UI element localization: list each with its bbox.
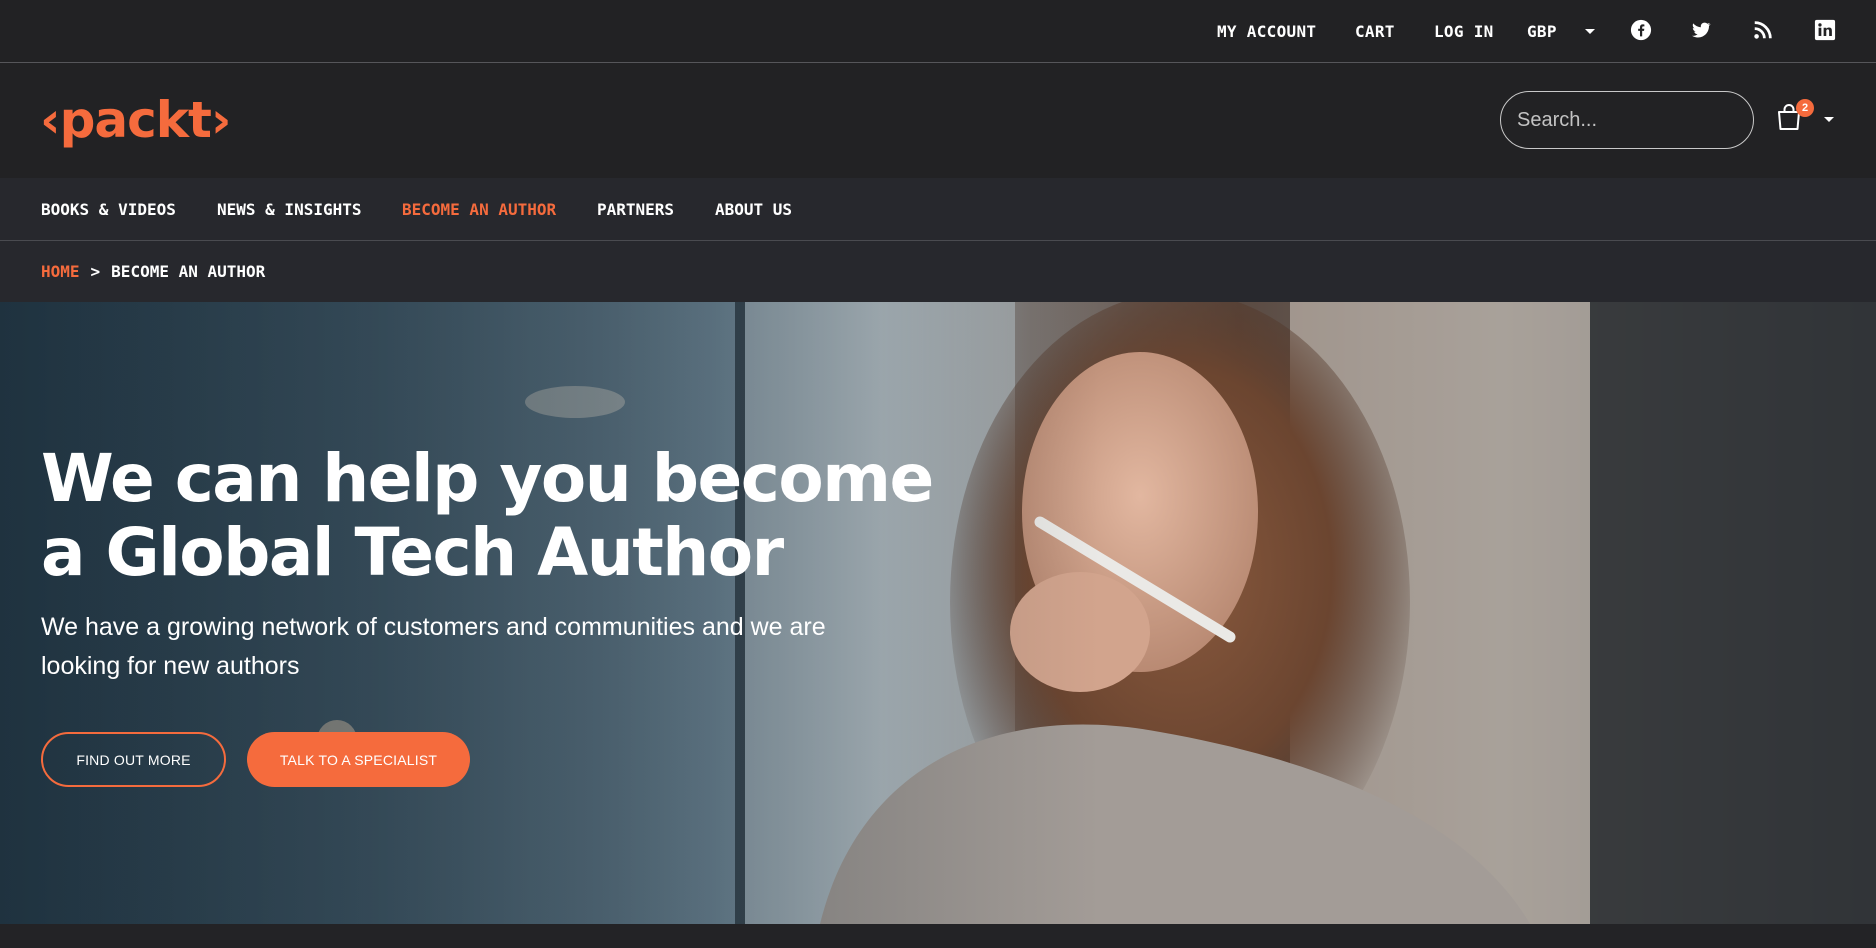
main-nav: BOOKS & VIDEOS NEWS & INSIGHTS BECOME AN… (0, 178, 1876, 241)
search-input[interactable] (1500, 91, 1754, 149)
my-account-link[interactable]: MY ACCOUNT (1217, 22, 1316, 41)
next-section-edge (0, 924, 1876, 948)
login-link[interactable]: LOG IN (1434, 22, 1494, 41)
breadcrumb-current: BECOME AN AUTHOR (111, 262, 266, 281)
nav-item-become-an-author[interactable]: BECOME AN AUTHOR (402, 178, 556, 240)
nav-item-partners[interactable]: PARTNERS (597, 178, 674, 240)
currency-dropdown[interactable] (1585, 0, 1595, 62)
login-link-wrap: LOG IN (1434, 0, 1494, 62)
cart-button[interactable]: 2 (1774, 99, 1836, 139)
cart-link[interactable]: CART (1355, 22, 1395, 41)
find-out-more-button[interactable]: FIND OUT MORE (41, 732, 226, 787)
hero-title: We can help you become a Global Tech Aut… (41, 440, 934, 591)
cart-link-wrap: CART (1355, 0, 1395, 62)
twitter-icon[interactable] (1690, 19, 1712, 41)
my-account-link-wrap: MY ACCOUNT (1217, 0, 1316, 62)
breadcrumb: HOME > BECOME AN AUTHOR (0, 241, 1876, 302)
breadcrumb-separator: > (90, 262, 101, 281)
logo-text: ‹packt› (40, 91, 232, 149)
rss-icon[interactable] (1752, 19, 1772, 41)
linkedin-icon[interactable] (1814, 19, 1836, 41)
cart-count-badge: 2 (1796, 99, 1814, 117)
hero-banner: We can help you become a Global Tech Aut… (0, 302, 1876, 924)
packt-logo[interactable]: ‹packt› (40, 90, 232, 150)
currency-selector[interactable]: GBP (1527, 22, 1557, 41)
facebook-icon[interactable] (1630, 19, 1652, 41)
currency-wrap: GBP (1527, 0, 1557, 62)
breadcrumb-home[interactable]: HOME (41, 262, 80, 281)
chevron-down-icon (1585, 28, 1595, 34)
talk-to-specialist-button[interactable]: TALK TO A SPECIALIST (247, 732, 470, 787)
site-header: ‹packt› 2 (0, 63, 1876, 178)
top-utility-bar: MY ACCOUNT CART LOG IN GBP (0, 0, 1876, 63)
nav-item-news-insights[interactable]: NEWS & INSIGHTS (217, 178, 362, 240)
hero-subtitle: We have a growing network of customers a… (41, 613, 826, 680)
nav-item-books-videos[interactable]: BOOKS & VIDEOS (41, 178, 176, 240)
nav-item-about-us[interactable]: ABOUT US (715, 178, 792, 240)
chevron-down-icon (1824, 117, 1834, 122)
